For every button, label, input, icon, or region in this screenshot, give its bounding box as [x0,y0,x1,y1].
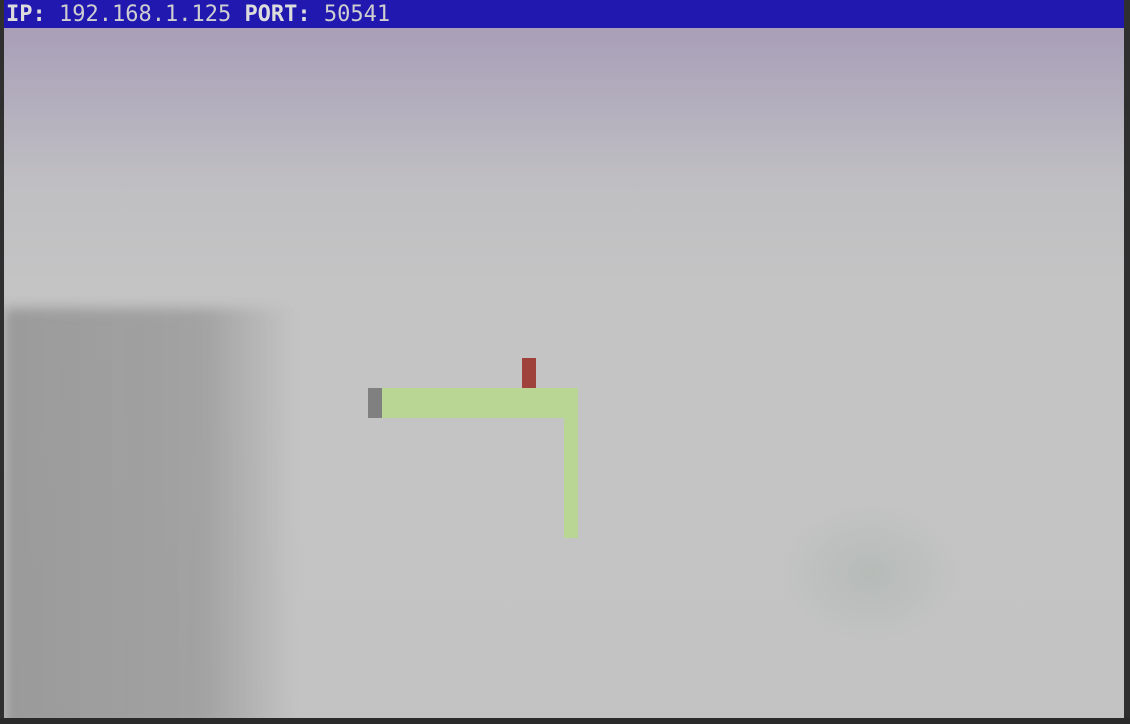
window-bottom-border [0,718,1130,724]
snake-tail [368,388,382,418]
game-board[interactable] [4,28,1124,718]
background-shadow [4,308,304,718]
port-label: PORT: [244,1,311,27]
game-window: IP: 192.168.1.125 PORT: 50541 [0,0,1130,724]
ip-label: IP: [6,1,46,27]
snake-body-vertical [564,418,578,538]
connection-status-bar: IP: 192.168.1.125 PORT: 50541 [4,0,1124,28]
snake-body-horizontal [382,388,578,418]
food-pellet [522,358,536,388]
ip-value: 192.168.1.125 [59,1,232,27]
port-value: 50541 [323,1,391,27]
